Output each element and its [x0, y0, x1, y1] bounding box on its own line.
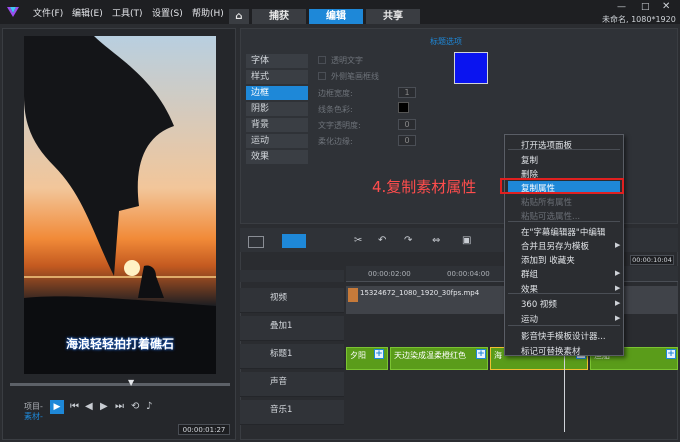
tab-motion[interactable]: 运动 — [246, 134, 308, 148]
submenu-arrow-icon: ▶ — [615, 284, 621, 292]
color-preview-swatch[interactable] — [454, 52, 488, 84]
submenu-arrow-icon: ▶ — [615, 269, 621, 277]
project-info: 未命名, 1080*1920 — [602, 15, 676, 24]
video-preview — [24, 36, 216, 374]
minimize-icon[interactable]: — — [617, 2, 626, 12]
submenu-arrow-icon: ▶ — [615, 314, 621, 322]
line-color-swatch[interactable] — [398, 102, 409, 113]
maximize-icon[interactable]: □ — [641, 2, 650, 12]
mode-clip[interactable]: 素材- — [24, 411, 43, 422]
subtitle-text[interactable]: 海浪轻轻拍打着礁石 — [24, 335, 216, 352]
track-name: 音乐1 — [270, 405, 293, 415]
tab-capture[interactable]: 捕获 — [252, 9, 306, 24]
menu-separator — [508, 149, 620, 150]
preview-timecode[interactable]: 00:00:01:27 — [178, 424, 230, 435]
outer-border-checkbox[interactable] — [318, 72, 326, 80]
context-menu-item[interactable]: 复制 — [521, 154, 538, 166]
context-menu-item[interactable]: 在"字幕编辑器"中编辑 — [521, 226, 605, 238]
prev-frame-icon[interactable]: ◀ — [85, 401, 93, 412]
track-header-voice[interactable]: 声音 — [240, 372, 344, 397]
ruler-mark-4s: 00:00:04:00 — [447, 270, 490, 278]
submenu-arrow-icon: ▶ — [615, 299, 621, 307]
context-menu-item[interactable]: 粘贴所有属性 — [521, 196, 572, 208]
menu-separator — [508, 221, 620, 222]
timeline-view-icon[interactable] — [282, 234, 306, 248]
context-menu-item[interactable]: 合并且另存为模板 — [521, 240, 589, 252]
menu-settings[interactable]: 设置(S) — [152, 6, 183, 19]
track-header-video[interactable]: 视频 — [240, 288, 344, 313]
context-menu-item[interactable]: 复制属性 — [521, 182, 555, 194]
scrub-handle[interactable]: ▼ — [128, 378, 134, 387]
track-header-overlay[interactable]: 叠加1 — [240, 316, 344, 341]
tree-silhouette — [24, 36, 216, 374]
snapshot-icon[interactable]: ▣ — [462, 235, 471, 246]
add-icon[interactable]: + — [666, 349, 676, 359]
line-color-label: 线条色彩: — [318, 105, 353, 114]
menu-separator — [508, 325, 620, 326]
context-menu-item[interactable]: 运动 — [521, 313, 538, 325]
text-opacity-input[interactable]: 0 — [398, 119, 416, 130]
track-name: 叠加1 — [270, 321, 293, 331]
menu-edit[interactable]: 编辑(E) — [72, 6, 103, 19]
scrub-bar[interactable] — [10, 383, 230, 386]
soft-edge-input[interactable]: 0 — [398, 135, 416, 146]
redo-icon[interactable]: ↷ — [404, 235, 412, 246]
next-frame-icon[interactable]: ▶ — [100, 401, 108, 412]
transparent-text-label: 透明文字 — [331, 56, 363, 65]
home-tab[interactable]: ⌂ — [229, 9, 249, 24]
storyboard-view-icon[interactable] — [248, 236, 264, 248]
close-icon[interactable]: ✕ — [662, 1, 670, 12]
tab-background[interactable]: 背景 — [246, 118, 308, 132]
track-toolbar — [240, 270, 344, 282]
annotation-text: 4.复制素材属性 — [372, 178, 477, 196]
undo-icon[interactable]: ↶ — [378, 235, 386, 246]
submenu-arrow-icon: ▶ — [615, 241, 621, 249]
outer-border-label: 外侧笔画框线 — [331, 72, 379, 81]
tab-effects[interactable]: 效果 — [246, 150, 308, 164]
menu-help[interactable]: 帮助(H) — [192, 6, 224, 19]
fit-icon[interactable]: ⇔ — [432, 235, 440, 246]
track-header-title[interactable]: 标题1 — [240, 344, 344, 369]
context-menu-item[interactable]: 添加到 收藏夹 — [521, 254, 575, 266]
context-menu-item[interactable]: 标记可替换素材 — [521, 345, 581, 357]
app-logo — [6, 5, 20, 19]
transparent-text-checkbox[interactable] — [318, 56, 326, 64]
home-icon: ⌂ — [235, 11, 243, 22]
text-opacity-label: 文字透明度: — [318, 121, 361, 130]
context-menu-item[interactable]: 删除 — [521, 168, 538, 180]
play-button[interactable]: ▶ — [50, 400, 64, 414]
menu-tools[interactable]: 工具(T) — [112, 6, 143, 19]
volume-icon[interactable]: ♪ — [146, 401, 152, 412]
track-name: 声音 — [270, 377, 288, 387]
track-name: 视频 — [270, 293, 288, 303]
timeline-duration[interactable]: 00:00:10:04 — [630, 255, 674, 265]
border-width-label: 边框宽度: — [318, 89, 353, 98]
tab-edit[interactable]: 编辑 — [309, 9, 363, 24]
context-menu-item[interactable]: 影音快手模板设计器... — [521, 330, 606, 342]
menu-file[interactable]: 文件(F) — [33, 6, 63, 19]
border-width-input[interactable]: 1 — [398, 87, 416, 98]
end-icon[interactable]: ⏭ — [115, 401, 124, 412]
context-menu-item[interactable]: 360 视频 — [521, 298, 557, 310]
track-name: 标题1 — [270, 349, 293, 359]
add-icon[interactable]: + — [374, 349, 384, 359]
home-start-icon[interactable]: ⏮ — [70, 401, 79, 412]
ruler-mark-2s: 00:00:02:00 — [368, 270, 411, 278]
tab-share[interactable]: 共享 — [366, 9, 420, 24]
add-icon[interactable]: + — [476, 349, 486, 359]
track-header-music[interactable]: 音乐1 — [240, 400, 344, 425]
clip-filename: 15324672_1080_1920_30fps.mp4 — [360, 289, 480, 297]
soft-edge-label: 柔化边缘: — [318, 137, 353, 146]
menu-separator — [508, 293, 620, 294]
repeat-icon[interactable]: ⟲ — [131, 401, 139, 412]
cut-icon[interactable]: ✂ — [354, 235, 362, 246]
tab-style[interactable]: 样式 — [246, 70, 308, 84]
tab-border[interactable]: 边框 — [246, 86, 308, 100]
title-clip[interactable]: 天边染成温柔橙红色 — [390, 347, 488, 370]
panel-title: 标题选项 — [430, 37, 462, 46]
context-menu-item[interactable]: 群组 — [521, 268, 538, 280]
clip-thumbnail — [348, 288, 358, 302]
tab-font[interactable]: 字体 — [246, 54, 308, 68]
tab-shadow[interactable]: 阴影 — [246, 102, 308, 116]
